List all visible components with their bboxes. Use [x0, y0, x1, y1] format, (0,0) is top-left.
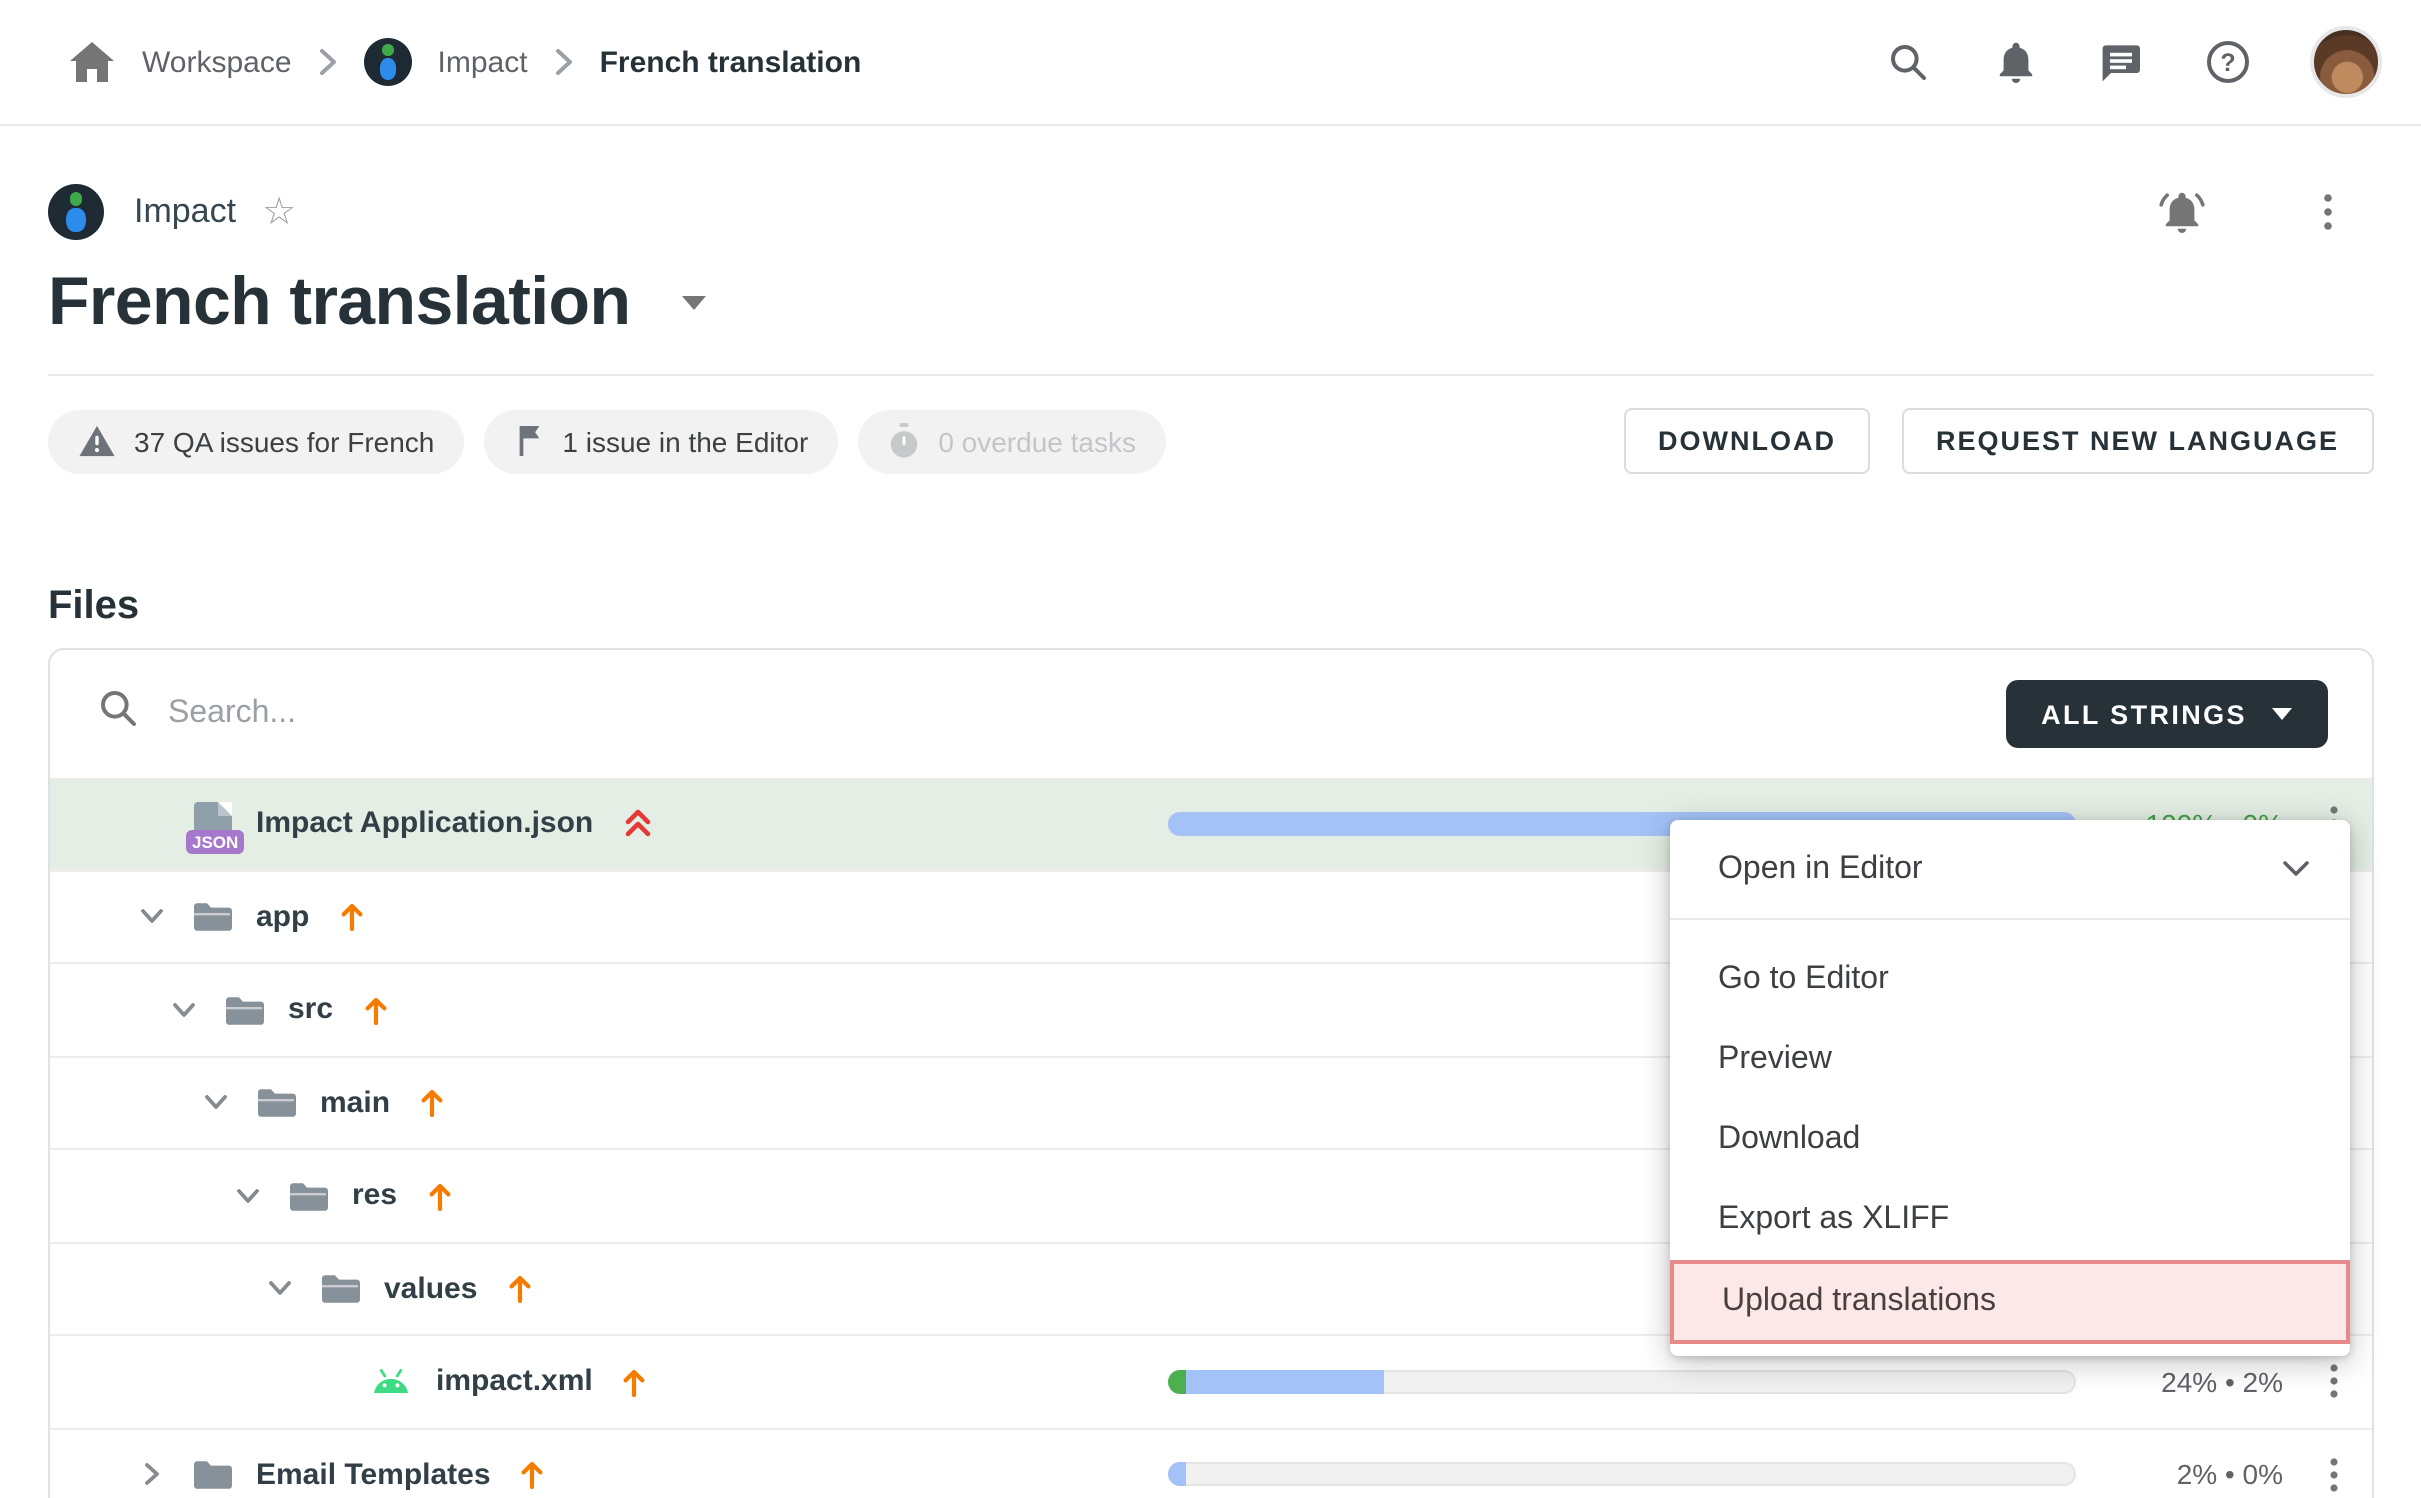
files-section-heading: Files	[48, 584, 2373, 630]
project-notifications-bell-icon[interactable]	[2157, 188, 2205, 236]
files-search-input[interactable]	[168, 696, 2005, 732]
search-icon[interactable]	[1885, 38, 1933, 86]
all-strings-filter-button[interactable]: ALL STRINGS	[2005, 680, 2327, 748]
impact-project-logo-large	[48, 184, 104, 240]
breadcrumb-workspace[interactable]: Workspace	[142, 45, 292, 79]
help-icon[interactable]: ?	[2203, 38, 2251, 86]
chevron-down-icon[interactable]	[266, 1275, 294, 1303]
status-bar: 37 QA issues for French 1 issue in the E…	[48, 408, 2373, 474]
warning-triangle-icon	[78, 424, 116, 458]
menu-item-export-as-xliff[interactable]: Export as XLIFF	[1670, 1180, 2350, 1260]
upload-arrow-icon	[505, 1273, 533, 1305]
chevron-down-icon[interactable]	[138, 903, 166, 931]
double-chevron-up-icon	[621, 807, 653, 841]
chevron-right-icon	[554, 48, 574, 76]
chip-qa-issues-label: 37 QA issues for French	[134, 425, 434, 457]
topbar-actions: ?	[1885, 26, 2381, 98]
chip-overdue-tasks[interactable]: 0 overdue tasks	[858, 409, 1166, 473]
page-title: French translation	[48, 264, 630, 342]
chat-icon[interactable]	[2097, 38, 2145, 86]
row-kebab-menu-icon[interactable]	[2315, 1365, 2351, 1399]
menu-item-preview[interactable]: Preview	[1670, 1020, 2350, 1100]
chevron-down-icon[interactable]	[170, 996, 198, 1024]
menu-item-download[interactable]: Download	[1670, 1100, 2350, 1180]
upload-arrow-icon	[621, 1366, 649, 1398]
notifications-bell-icon[interactable]	[1991, 38, 2039, 86]
folder-open-icon	[224, 994, 264, 1026]
chip-overdue-tasks-label: 0 overdue tasks	[938, 425, 1136, 457]
folder-open-icon	[192, 901, 232, 933]
upload-arrow-icon	[519, 1459, 547, 1491]
title-dropdown-caret-icon[interactable]	[682, 296, 706, 310]
folder-closed-icon	[192, 1459, 232, 1491]
breadcrumb: Workspace Impact French translation	[68, 38, 861, 86]
project-name[interactable]: Impact	[134, 192, 236, 232]
menu-item-go-to-editor[interactable]: Go to Editor	[1670, 940, 2350, 1020]
impact-project-logo	[364, 38, 412, 86]
progress-percent-label: 24% • 2%	[2107, 1366, 2283, 1398]
search-icon	[98, 688, 140, 740]
header-divider	[48, 374, 2373, 376]
project-header: Impact French translation	[0, 184, 2421, 342]
upload-arrow-icon	[361, 994, 389, 1026]
flag-icon	[514, 424, 544, 458]
folder-open-icon	[256, 1087, 296, 1119]
json-file-icon: JSON	[194, 802, 232, 846]
download-button[interactable]: DOWNLOAD	[1624, 408, 1870, 474]
chip-editor-issues-label: 1 issue in the Editor	[562, 425, 808, 457]
menu-item-upload-translations[interactable]: Upload translations	[1670, 1260, 2350, 1344]
favorite-star-icon[interactable]	[262, 193, 296, 231]
chevron-down-icon[interactable]	[234, 1182, 262, 1210]
progress-percent-label: 2% • 0%	[2107, 1459, 2283, 1491]
project-kebab-menu-icon[interactable]	[2309, 194, 2345, 230]
chevron-down-icon	[2282, 860, 2310, 878]
chevron-right-icon	[318, 48, 338, 76]
context-menu-items: Go to Editor Preview Download Export as …	[1670, 920, 2350, 1356]
breadcrumb-project[interactable]: Impact	[438, 45, 528, 79]
context-menu-header-open-in-editor[interactable]: Open in Editor	[1670, 820, 2350, 920]
folder-open-icon	[320, 1273, 360, 1305]
upload-arrow-icon	[337, 901, 365, 933]
chevron-down-icon[interactable]	[202, 1089, 230, 1117]
chevron-down-icon	[2271, 708, 2291, 720]
folder-open-icon	[288, 1180, 328, 1212]
top-navigation-bar: Workspace Impact French translation ?	[0, 0, 2421, 126]
home-icon[interactable]	[68, 38, 116, 86]
breadcrumb-current-page: French translation	[600, 45, 862, 79]
upload-arrow-icon	[418, 1087, 446, 1119]
android-icon	[370, 1369, 412, 1395]
folder-row-email-templates[interactable]: Email Templates 2% • 0%	[50, 1429, 2371, 1498]
page: Workspace Impact French translation ?	[0, 0, 2421, 1498]
file-context-menu: Open in Editor Go to Editor Preview Down…	[1670, 820, 2350, 1356]
svg-text:?: ?	[2219, 49, 2234, 77]
stopwatch-icon	[888, 422, 920, 460]
request-new-language-button[interactable]: REQUEST NEW LANGUAGE	[1902, 408, 2373, 474]
progress-bar	[1167, 1370, 2075, 1394]
progress-bar	[1167, 1463, 2075, 1487]
row-kebab-menu-icon[interactable]	[2315, 1458, 2351, 1492]
user-avatar[interactable]	[2309, 26, 2381, 98]
upload-arrow-icon	[425, 1180, 453, 1212]
chip-editor-issues[interactable]: 1 issue in the Editor	[484, 409, 838, 473]
chevron-right-icon[interactable]	[138, 1461, 166, 1489]
files-search-row: ALL STRINGS	[50, 650, 2371, 778]
chip-qa-issues[interactable]: 37 QA issues for French	[48, 409, 464, 473]
